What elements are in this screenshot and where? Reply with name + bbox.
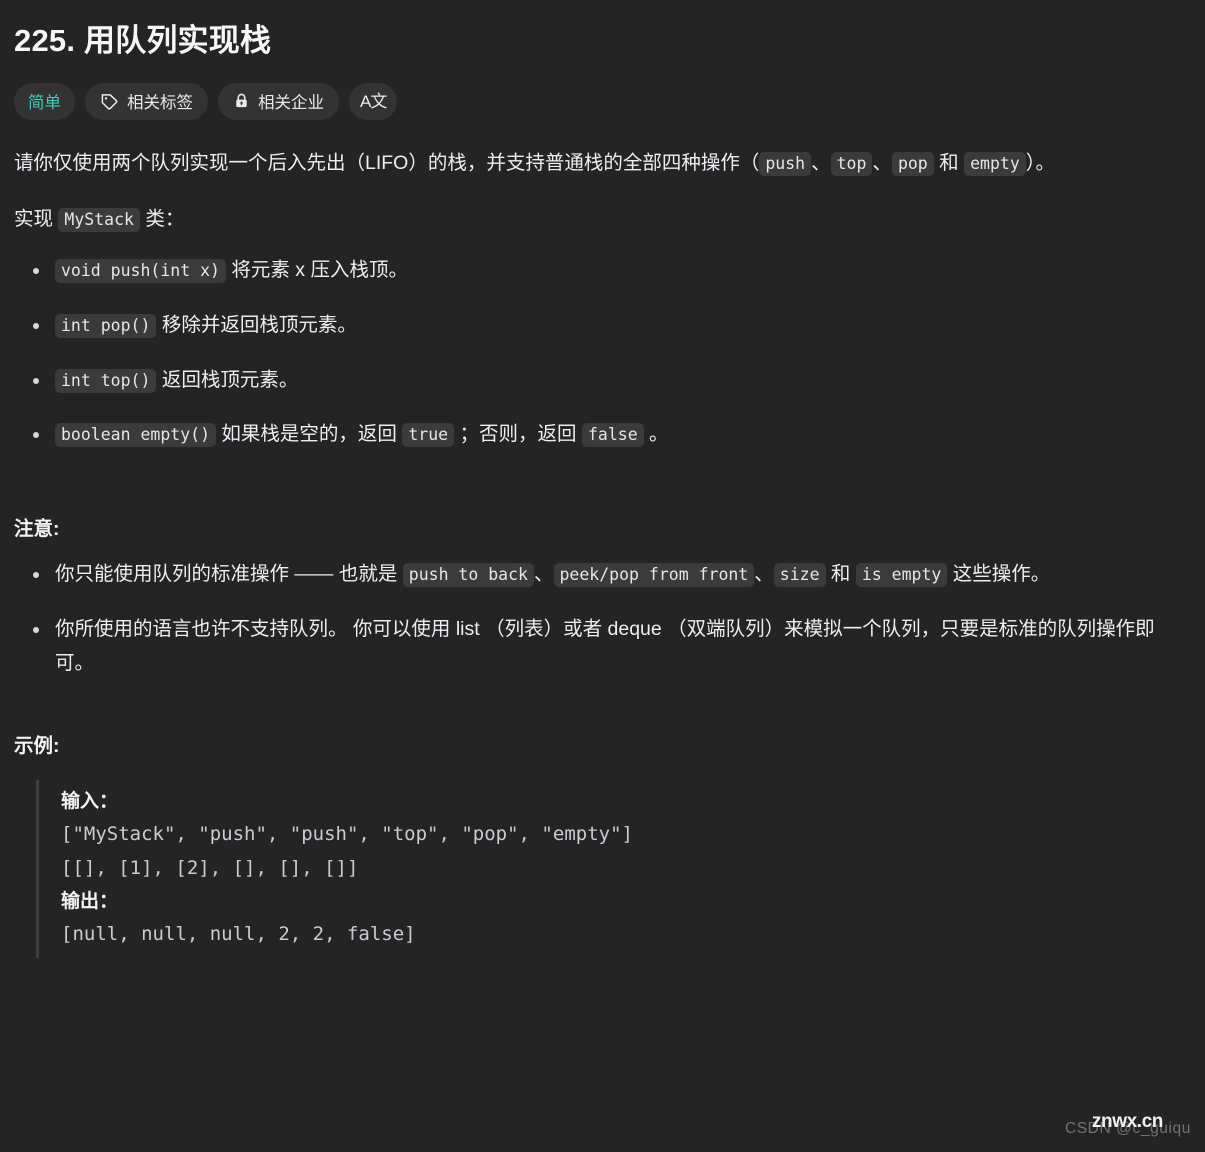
notes-heading: 注意:	[14, 517, 60, 540]
related-tags-label: 相关标签	[127, 94, 193, 113]
implement-text-2: 类：	[139, 208, 185, 231]
notes-list: 你只能使用队列的标准操作 —— 也就是 push to back、 peek/po…	[14, 557, 1189, 681]
watermark-source: CSDN @c_guiqu	[1064, 1120, 1191, 1137]
related-companies-button[interactable]: 相关企业	[218, 82, 339, 120]
code-pop: pop	[891, 151, 934, 176]
problem-description-paragraph: 请你仅使用两个队列实现一个后入先出（LIFO）的栈，并支持普通栈的全部四种操作（…	[14, 146, 1124, 181]
list-item: int top() 返回栈顶元素。	[14, 363, 1189, 398]
watermark: CSDN @c_guiqu znwx.cn	[1021, 1100, 1191, 1144]
method-pop-text: 移除并返回栈顶元素。	[156, 313, 357, 336]
code-is-empty: is empty	[855, 562, 948, 587]
example-output-label: 输出：	[61, 891, 119, 912]
translate-label: A文	[360, 91, 387, 111]
example-output-value: [null, null, null, 2, 2, false]	[61, 923, 416, 946]
code-push: push	[759, 151, 812, 176]
code-top: top	[830, 151, 873, 176]
list-item: int pop() 移除并返回栈顶元素。	[14, 308, 1189, 343]
code-size: size	[773, 562, 826, 587]
list-item: 你所使用的语言也许不支持队列。 你可以使用 list （列表）或者 deque …	[14, 612, 1189, 681]
note-sep-3: 和	[825, 562, 856, 585]
code-true: true	[402, 423, 455, 448]
desc-sep-1: 、	[811, 151, 831, 174]
example-input-value: ["MyStack", "push", "push", "top", "pop"…	[61, 823, 633, 880]
difficulty-badge[interactable]: 简单	[14, 82, 75, 120]
code-method-push: void push(int x)	[55, 259, 226, 284]
code-method-empty: boolean empty()	[55, 423, 217, 448]
implement-class-paragraph: 实现 MyStack 类：	[14, 202, 1124, 237]
code-mystack: MyStack	[58, 208, 140, 233]
code-false: false	[581, 423, 644, 448]
code-peek-pop-front: peek/pop from front	[553, 562, 755, 587]
method-empty-text-1: 如果栈是空的，返回	[216, 423, 403, 446]
method-empty-text-2: ；否则，返回	[454, 423, 582, 446]
list-item: boolean empty() 如果栈是空的，返回 true ；否则，返回 fa…	[14, 417, 1189, 452]
list-item: void push(int x) 将元素 x 压入栈顶。	[14, 253, 1189, 288]
list-item: 你只能使用队列的标准操作 —— 也就是 push to back、 peek/po…	[14, 557, 1189, 592]
lock-icon	[233, 92, 250, 110]
desc-text-2: ）。	[1025, 151, 1056, 174]
note-sep-2: 、	[754, 562, 774, 585]
code-push-to-back: push to back	[402, 562, 534, 587]
example-heading: 示例:	[14, 735, 60, 758]
desc-text-1: 请你仅使用两个队列实现一个后入先出（LIFO）的栈，并支持普通栈的全部四种操作（	[14, 151, 760, 174]
code-method-pop: int pop()	[55, 313, 157, 338]
method-push-text: 将元素 x 压入栈顶。	[225, 259, 408, 282]
desc-sep-3: 和	[933, 151, 965, 174]
method-top-text: 返回栈顶元素。	[156, 368, 299, 391]
problem-meta-toolbar: 简单 相关标签 相关企业 A文	[14, 82, 1189, 120]
page-title: 225. 用队列实现栈	[14, 23, 272, 58]
problem-page: 225. 用队列实现栈 简单 相关标签 相关企业 A文 请你仅使用两个队列实现一…	[0, 0, 1205, 1152]
note-sep-1: 、	[533, 562, 554, 585]
example-code-block: 输入： ["MyStack", "push", "push", "top", "…	[36, 780, 1189, 959]
method-empty-text-3: 。	[643, 423, 669, 446]
related-companies-label: 相关企业	[258, 94, 324, 113]
difficulty-label: 简单	[28, 94, 61, 113]
method-list: void push(int x) 将元素 x 压入栈顶。 int pop() 移…	[14, 253, 1189, 452]
example-input-label: 输入：	[61, 791, 119, 813]
code-empty: empty	[964, 151, 1026, 176]
watermark-site: znwx.cn	[1091, 1111, 1164, 1132]
note-text-1: 你只能使用队列的标准操作 —— 也就是	[55, 562, 403, 585]
desc-sep-2: 、	[872, 151, 892, 174]
code-method-top: int top()	[55, 368, 157, 393]
tag-icon	[100, 92, 119, 111]
related-tags-button[interactable]: 相关标签	[85, 82, 208, 120]
translate-icon[interactable]: A文	[349, 82, 398, 120]
note-text-2: 这些操作。	[947, 562, 1051, 585]
implement-text-1: 实现	[14, 208, 59, 231]
